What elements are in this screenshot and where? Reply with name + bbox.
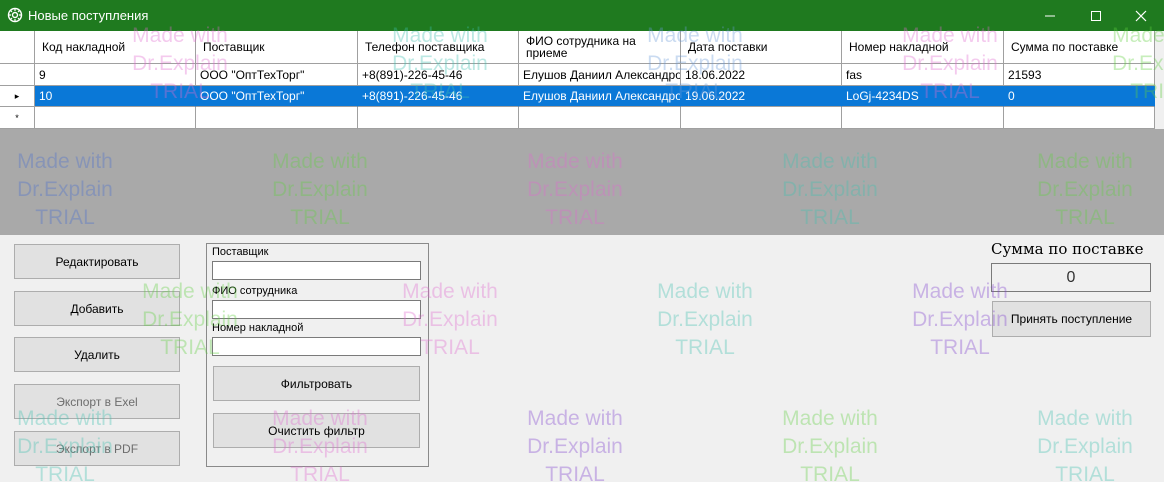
watermark-text: TRIAL — [930, 336, 990, 359]
gear-icon — [7, 7, 23, 23]
delete-button[interactable]: Удалить — [14, 337, 180, 372]
close-icon — [1135, 10, 1147, 21]
delivery-sum-value: 0 — [991, 263, 1151, 292]
employee-input[interactable] — [212, 300, 421, 319]
supplier-input[interactable] — [212, 261, 421, 280]
export-pdf-button[interactable]: Экспорт в PDF — [14, 431, 180, 466]
column-header[interactable]: Поставщик — [196, 31, 358, 64]
minimize-button[interactable] — [1027, 0, 1073, 31]
invoice-number-input[interactable] — [212, 337, 421, 356]
table-cell[interactable]: 18.06.2022 — [681, 64, 842, 86]
trial-watermark: Made with Dr.Explain TRIAL — [1015, 405, 1155, 482]
new-row-marker-icon[interactable]: * — [0, 107, 35, 129]
close-button[interactable] — [1118, 0, 1164, 31]
table-row[interactable]: 9 ООО "ОптТехТорг" +8(891)-226-45-46 Елу… — [0, 64, 1155, 86]
trial-watermark: Made with Dr.Explain TRIAL — [760, 405, 900, 482]
table-cell[interactable] — [681, 107, 842, 129]
row-header-corner — [0, 31, 35, 64]
column-header[interactable]: Сумма по поставке — [1004, 31, 1155, 64]
table-cell[interactable]: ООО "ОптТехТорг" — [196, 64, 358, 86]
table-cell[interactable]: +8(891)-226-45-46 — [358, 86, 519, 107]
table-cell[interactable]: 9 — [35, 64, 196, 86]
watermark-text: Dr.Explain — [527, 435, 623, 458]
table-cell[interactable]: +8(891)-226-45-46 — [358, 64, 519, 86]
trial-watermark: Made with Dr.Explain TRIAL — [635, 278, 775, 362]
table-cell[interactable]: 10 — [35, 86, 196, 107]
watermark-text: TRIAL — [1055, 463, 1115, 482]
table-cell[interactable] — [196, 107, 358, 129]
supplier-label: Поставщик — [212, 246, 269, 258]
filter-button[interactable]: Фильтровать — [213, 366, 420, 401]
watermark-text: Made with — [1037, 407, 1133, 430]
watermark-text: Made with — [527, 407, 623, 430]
table-cell[interactable]: Елушов Даниил Александро... — [519, 86, 681, 107]
maximize-icon — [1091, 10, 1101, 21]
table-cell[interactable]: Елушов Даниил Александро... — [519, 64, 681, 86]
add-button[interactable]: Добавить — [14, 291, 180, 326]
new-row[interactable]: * — [0, 107, 1155, 129]
watermark-text: Dr.Explain — [657, 308, 753, 331]
watermark-text: Dr.Explain — [782, 435, 878, 458]
table-cell[interactable] — [519, 107, 681, 129]
watermark-text: TRIAL — [800, 463, 860, 482]
trial-watermark: Made with Dr.Explain TRIAL — [505, 405, 645, 482]
maximize-button[interactable] — [1073, 0, 1119, 31]
column-header[interactable]: Дата поставки — [681, 31, 842, 64]
window-title: Новые поступления — [28, 8, 149, 23]
table-cell[interactable]: fas — [842, 64, 1004, 86]
table-cell[interactable] — [842, 107, 1004, 129]
table-cell[interactable] — [1004, 107, 1155, 129]
table-row-selected[interactable]: ▸ 10 ООО "ОптТехТорг" +8(891)-226-45-46 … — [0, 86, 1155, 107]
delivery-sum-label: Сумма по поставке — [991, 240, 1144, 258]
deliveries-grid[interactable]: Код накладной Поставщик Телефон поставщи… — [0, 31, 1164, 235]
table-cell[interactable] — [35, 107, 196, 129]
accept-delivery-button[interactable]: Принять поступление — [992, 301, 1151, 337]
table-cell[interactable]: 0 — [1004, 86, 1155, 107]
table-cell[interactable] — [358, 107, 519, 129]
watermark-text: TRIAL — [675, 336, 735, 359]
watermark-text: Made with — [782, 407, 878, 430]
invoice-number-label: Номер накладной — [212, 322, 304, 334]
export-excel-button[interactable]: Экспорт в Exel — [14, 384, 180, 419]
grid-scrollbar[interactable] — [1155, 31, 1164, 129]
table-cell[interactable]: 19.06.2022 — [681, 86, 842, 107]
watermark-text: Dr.Explain — [1037, 435, 1133, 458]
column-header[interactable]: Телефон поставщика — [358, 31, 519, 64]
row-header[interactable] — [0, 64, 35, 86]
title-bar: Новые поступления — [0, 0, 1164, 31]
watermark-text: TRIAL — [545, 463, 605, 482]
clear-filter-button[interactable]: Очистить фильтр — [213, 413, 420, 448]
employee-label: ФИО сотрудника — [212, 285, 298, 297]
grid-header-row: Код накладной Поставщик Телефон поставщи… — [0, 31, 1155, 64]
column-header[interactable]: Номер накладной — [842, 31, 1004, 64]
watermark-text: Made with — [657, 280, 753, 303]
table-cell[interactable]: ООО "ОптТехТорг" — [196, 86, 358, 107]
table-cell[interactable]: 21593 — [1004, 64, 1155, 86]
minimize-icon — [1045, 15, 1055, 16]
column-header[interactable]: ФИО сотрудника на приеме — [519, 31, 681, 64]
current-row-marker-icon[interactable]: ▸ — [0, 86, 35, 107]
edit-button[interactable]: Редактировать — [14, 244, 180, 279]
column-header[interactable]: Код накладной — [35, 31, 196, 64]
table-cell[interactable]: LoGj-4234DS — [842, 86, 1004, 107]
